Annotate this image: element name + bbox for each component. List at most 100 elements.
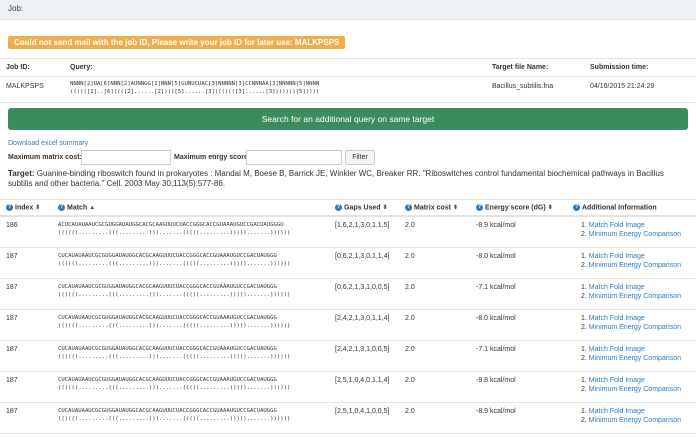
- col-job-id: Job ID:: [6, 64, 30, 71]
- search-again-button[interactable]: Search for an additional query on same t…: [8, 108, 688, 130]
- col-query: Query:: [70, 64, 93, 71]
- info-links: 1. Match Fold Image 2. Minimum Energy Co…: [581, 221, 681, 239]
- table-row: 187 CUCAUAUAAUCGCGUGGAUAUGGCACGCAAGUUUCU…: [0, 372, 696, 403]
- match-sequence: CUCAUAUAAUCGCGUGGAUAUGGCACGCAAGUUUCUACCG…: [58, 253, 277, 259]
- col-match[interactable]: ? Match ▲: [58, 204, 95, 211]
- matrix-cost-value: 2.0: [405, 284, 415, 291]
- job-info-table: Job ID: Query: Target file Name: Submiss…: [0, 58, 696, 103]
- info-links: 1. Match Fold Image 2. Minimum Energy Co…: [581, 314, 681, 332]
- info-link-item: 1. Match Fold Image: [581, 408, 645, 415]
- min-energy-comparison-link[interactable]: Minimum Energy Comparison: [589, 355, 681, 362]
- table-row: 187 CUCAUAUAAUCGCGUGGAUAUGGCACGCAAGUUUCU…: [0, 310, 696, 341]
- match-sequence: CUCAUAUAAUCGCGUGGAUAUGGCACGCAAGUUUCUACCG…: [58, 315, 277, 321]
- sort-arrows-icon: ⬍: [382, 205, 388, 212]
- matrix-cost-value: 2.0: [405, 377, 415, 384]
- match-fold-image-link[interactable]: Match Fold Image: [589, 222, 645, 229]
- min-energy-comparison-link[interactable]: Minimum Energy Comparison: [589, 386, 681, 393]
- max-energy-input[interactable]: [246, 150, 342, 165]
- match-structure: ((((((.........(((.........))).......(((…: [58, 261, 291, 267]
- matrix-cost-value: 2.0: [405, 408, 415, 415]
- match-fold-image-link[interactable]: Match Fold Image: [589, 377, 645, 384]
- gaps-used-value: [0,6,2,1,3,1,0,0,5]: [335, 284, 390, 291]
- panel-header: Job:: [0, 0, 696, 20]
- energy-score-value: -8.9 kcal/mol: [476, 222, 516, 229]
- row-index: 186: [6, 222, 18, 229]
- row-index: 187: [6, 408, 18, 415]
- mail-warning-alert: Could not send mail with the job ID, Ple…: [8, 36, 346, 49]
- min-energy-comparison-link[interactable]: Minimum Energy Comparison: [589, 324, 681, 331]
- table-row: 187 CUCAUAUAAUCGCGUGGAUAUGGCACGCAAGUUUCU…: [0, 248, 696, 279]
- info-link-item: 2. Minimum Energy Comparison: [581, 386, 681, 393]
- gaps-used-value: [2,5,1,0,4,1,0,0,5]: [335, 408, 390, 415]
- table-row: 186 ACUCAUAUAAUCGCGUGGAUAUGGCACGCAAGUUUC…: [0, 217, 696, 248]
- energy-score-value: -8.0 kcal/mol: [476, 253, 516, 260]
- gaps-used-value: [2,4,2,1,3,1,0,0,5]: [335, 346, 390, 353]
- info-link-item: 1. Match Fold Image: [581, 346, 645, 353]
- col-gaps-used[interactable]: ? Gaps Used ⬍: [335, 204, 388, 211]
- min-energy-comparison-link[interactable]: Minimum Energy Comparison: [589, 231, 681, 238]
- sort-icon: ?: [6, 204, 13, 211]
- info-links: 1. Match Fold Image 2. Minimum Energy Co…: [581, 283, 681, 301]
- row-index: 187: [6, 377, 18, 384]
- target-label: Target:: [8, 169, 35, 178]
- sort-arrows-icon: ⬍: [547, 205, 553, 212]
- info-links: 1. Match Fold Image 2. Minimum Energy Co…: [581, 376, 681, 394]
- match-sequence: CUCAUAUAAUCGCGUGGAUAUGGCACGCAAGUUUCUACCG…: [58, 408, 277, 414]
- info-link-item: 1. Match Fold Image: [581, 253, 645, 260]
- info-link-item: 1. Match Fold Image: [581, 284, 645, 291]
- panel-title: Job:: [8, 4, 24, 13]
- min-energy-comparison-link[interactable]: Minimum Energy Comparison: [589, 262, 681, 269]
- match-fold-image-link[interactable]: Match Fold Image: [589, 315, 645, 322]
- max-energy-label: Maximum enrgy score:: [174, 154, 251, 161]
- col-energy-score[interactable]: ? Energy score (dG) ⬍: [476, 204, 553, 211]
- matrix-cost-value: 2.0: [405, 346, 415, 353]
- match-structure: ((((((.........(((.........))).......(((…: [58, 385, 291, 391]
- match-fold-image-link[interactable]: Match Fold Image: [589, 346, 645, 353]
- match-fold-image-link[interactable]: Match Fold Image: [589, 253, 645, 260]
- submission-time-value: 04/16/2015 21:24:29: [590, 83, 655, 90]
- table-row: 187 CUCAUAUAAUCGCGUGGAUAUGGCACGCAAGUUUCU…: [0, 279, 696, 310]
- target-text: Guanine-binding riboswitch found in prok…: [8, 169, 664, 188]
- info-icon: ?: [335, 204, 342, 211]
- info-links: 1. Match Fold Image 2. Minimum Energy Co…: [581, 407, 681, 425]
- col-matrix-cost[interactable]: ? Matrix cost ⬍: [405, 204, 458, 211]
- col-target-file: Target file Name:: [492, 64, 549, 71]
- matrix-cost-value: 2.0: [405, 315, 415, 322]
- download-excel-link[interactable]: Download excel summary: [8, 140, 88, 147]
- min-energy-comparison-link[interactable]: Minimum Energy Comparison: [589, 417, 681, 424]
- col-submission-time: Submission time:: [590, 64, 649, 71]
- row-index: 187: [6, 315, 18, 322]
- max-matrix-input[interactable]: [81, 150, 171, 165]
- gaps-used-value: [1,6,2,1,3,0,1,1,5]: [335, 222, 390, 229]
- filter-bar: Maximum matrix cost: Maximum enrgy score…: [8, 150, 688, 166]
- info-icon: ?: [476, 204, 483, 211]
- sort-up-icon: ▲: [89, 205, 96, 212]
- info-icon: ?: [405, 204, 412, 211]
- query-structure: ((((([2]..[6]((([2]......[2])))[5]......…: [70, 89, 320, 95]
- table-row: 187 CUCAUAUAAUCGCGUGGAUAUGGCACGCAAGUUUCU…: [0, 341, 696, 372]
- energy-score-value: -8.9 kcal/mol: [476, 408, 516, 415]
- filter-button[interactable]: Filter: [345, 150, 375, 165]
- match-structure: ((((((.........(((.........))).......(((…: [58, 230, 291, 236]
- col-index[interactable]: ? Index ⬍: [6, 204, 40, 211]
- info-link-item: 2. Minimum Energy Comparison: [581, 262, 681, 269]
- job-table-header: Job ID: Query: Target file Name: Submiss…: [0, 59, 696, 77]
- col-additional-info: ? Additional Information: [573, 204, 657, 212]
- min-energy-comparison-link[interactable]: Minimum Energy Comparison: [589, 293, 681, 300]
- match-fold-image-link[interactable]: Match Fold Image: [589, 284, 645, 291]
- match-fold-image-link[interactable]: Match Fold Image: [589, 408, 645, 415]
- match-sequence: CUCAUAUAAUCGCGUGGAUAUGGCACGCAAGUUUCUACCG…: [58, 346, 277, 352]
- match-sequence: ACUCAUAUAAUCGCGUGGAUAUGGCACGCAAGUUUCUACC…: [58, 222, 284, 228]
- max-matrix-label: Maximum matrix cost:: [8, 154, 82, 161]
- info-link-item: 1. Match Fold Image: [581, 315, 645, 322]
- row-index: 187: [6, 284, 18, 291]
- table-row: 187 CUCAUAUAAUCGCGUGGAUAUGGCACGCAAGUUUCU…: [0, 403, 696, 434]
- info-link-item: 2. Minimum Energy Comparison: [581, 355, 681, 362]
- matrix-cost-value: 2.0: [405, 253, 415, 260]
- match-structure: ((((((.........(((.........))).......(((…: [58, 323, 291, 329]
- info-links: 1. Match Fold Image 2. Minimum Energy Co…: [581, 252, 681, 270]
- gaps-used-value: [2,4,2,1,3,0,1,1,4]: [335, 315, 390, 322]
- match-structure: ((((((.........(((.........))).......(((…: [58, 416, 291, 422]
- energy-score-value: -8.0 kcal/mol: [476, 315, 516, 322]
- matrix-cost-value: 2.0: [405, 222, 415, 229]
